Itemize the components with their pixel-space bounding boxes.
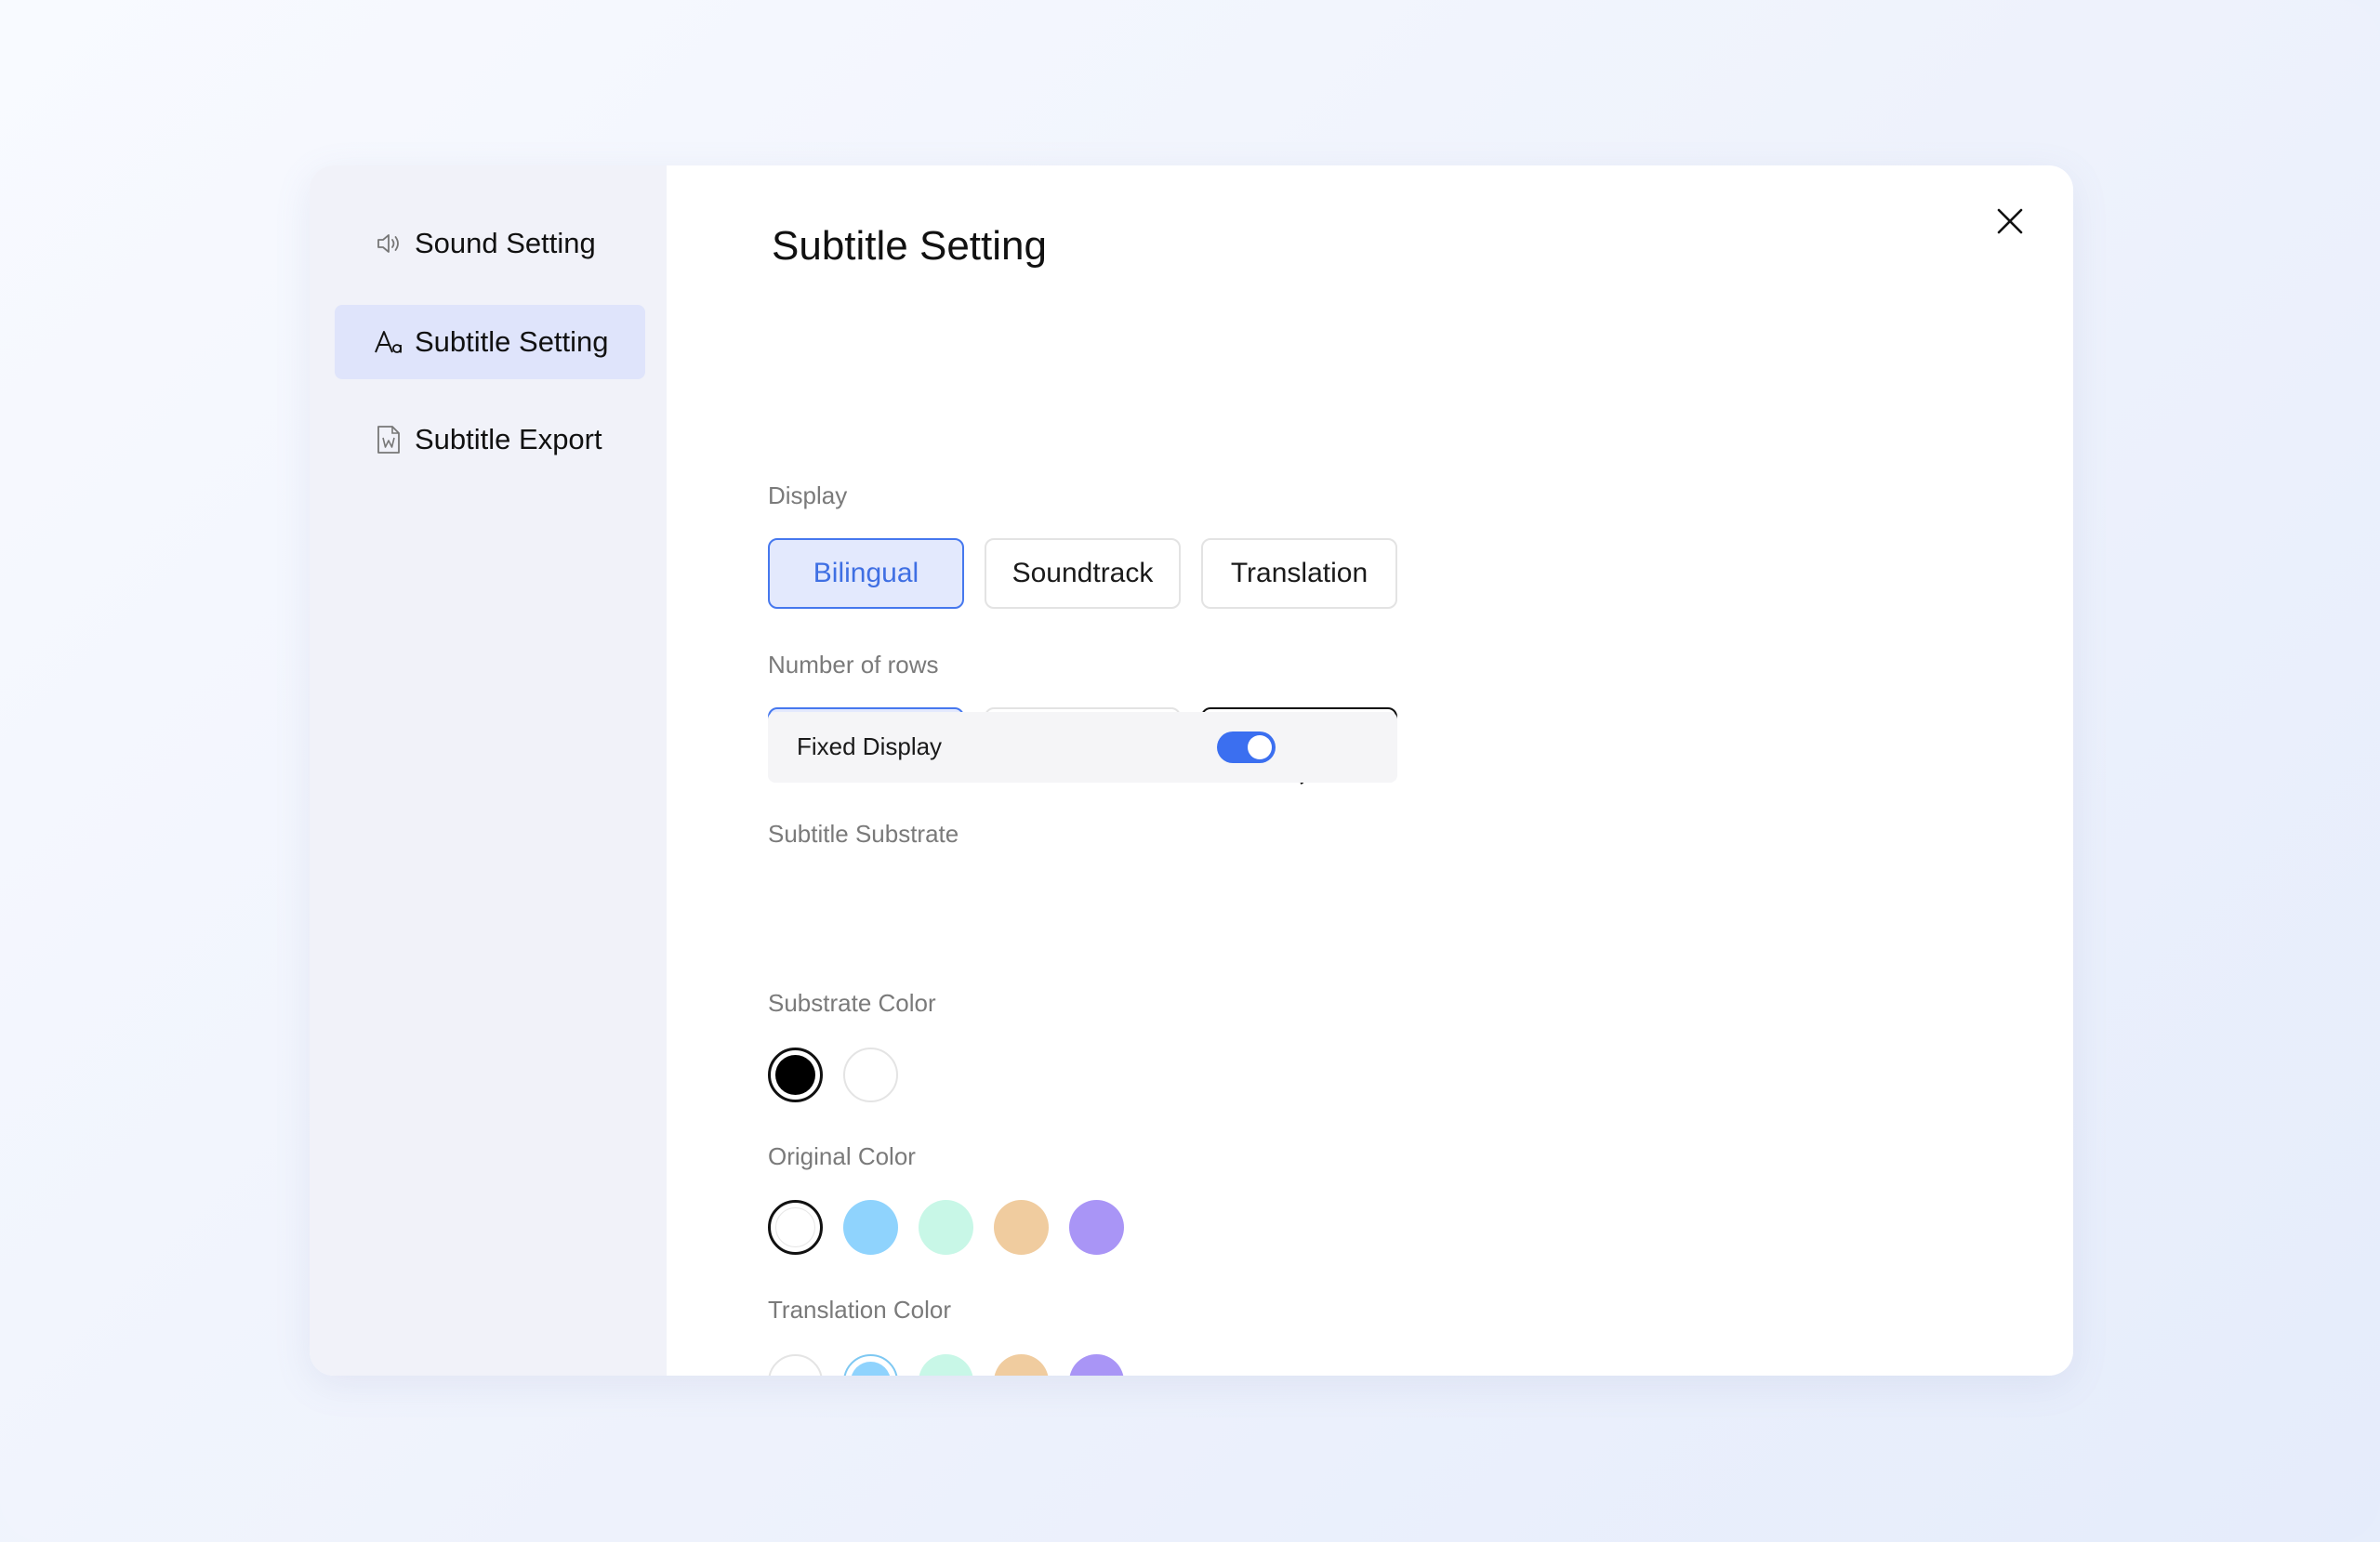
translation-color-swatch-white[interactable] [768, 1354, 823, 1376]
translation-color-swatch-peach[interactable] [994, 1354, 1049, 1376]
original-color-swatch-blue[interactable] [843, 1200, 898, 1255]
translation-color-swatch-blue[interactable] [843, 1354, 898, 1376]
settings-dialog: Sound Setting Subtitle Setting Subtitle … [310, 165, 2073, 1376]
close-icon [1997, 208, 2023, 234]
translation-color-swatches [768, 1354, 1124, 1376]
sidebar-item-sound-setting[interactable]: Sound Setting [335, 206, 645, 281]
speaker-icon [374, 229, 403, 258]
toggle-knob [1248, 735, 1272, 759]
close-button[interactable] [1990, 201, 2030, 242]
word-document-icon [374, 425, 403, 455]
display-label: Display [768, 481, 848, 509]
substrate-color-swatch-black[interactable] [768, 1048, 823, 1102]
original-color-swatch-purple[interactable] [1069, 1200, 1124, 1255]
sidebar-item-subtitle-setting[interactable]: Subtitle Setting [335, 305, 645, 379]
substrate-color-swatch-white[interactable] [843, 1048, 898, 1102]
fixed-display-row: Fixed Display [768, 712, 1397, 783]
substrate-color-swatches [768, 1048, 898, 1102]
sidebar: Sound Setting Subtitle Setting Subtitle … [310, 165, 667, 1376]
original-color-label: Original Color [768, 1142, 916, 1170]
original-color-swatch-mint[interactable] [919, 1200, 973, 1255]
original-color-swatch-peach[interactable] [994, 1200, 1049, 1255]
sidebar-item-label: Subtitle Setting [415, 325, 609, 358]
translation-color-label: Translation Color [768, 1296, 952, 1324]
translation-color-swatch-mint[interactable] [919, 1354, 973, 1376]
original-color-swatches [768, 1200, 1124, 1255]
translation-color-swatch-purple[interactable] [1069, 1354, 1124, 1376]
fixed-display-label: Fixed Display [797, 732, 943, 760]
display-options: Bilingual Soundtrack Translation [768, 538, 1397, 609]
original-color-swatch-white[interactable] [768, 1200, 823, 1255]
fixed-display-toggle[interactable] [1217, 731, 1276, 763]
screen-frame: Sound Setting Subtitle Setting Subtitle … [0, 0, 2380, 1542]
display-option-soundtrack[interactable]: Soundtrack [985, 538, 1181, 609]
sidebar-item-subtitle-export[interactable]: Subtitle Export [335, 402, 645, 477]
substrate-label: Subtitle Substrate [768, 820, 959, 848]
font-icon [374, 327, 403, 357]
display-option-translation[interactable]: Translation [1201, 538, 1397, 609]
page-title: Subtitle Setting [772, 223, 1047, 269]
sidebar-item-label: Sound Setting [415, 227, 596, 259]
rows-label: Number of rows [768, 651, 939, 679]
substrate-color-label: Substrate Color [768, 989, 936, 1017]
sidebar-item-label: Subtitle Export [415, 423, 602, 455]
display-option-bilingual[interactable]: Bilingual [768, 538, 964, 609]
settings-content: Subtitle Setting Display Bilingual Sound… [667, 165, 2073, 1376]
